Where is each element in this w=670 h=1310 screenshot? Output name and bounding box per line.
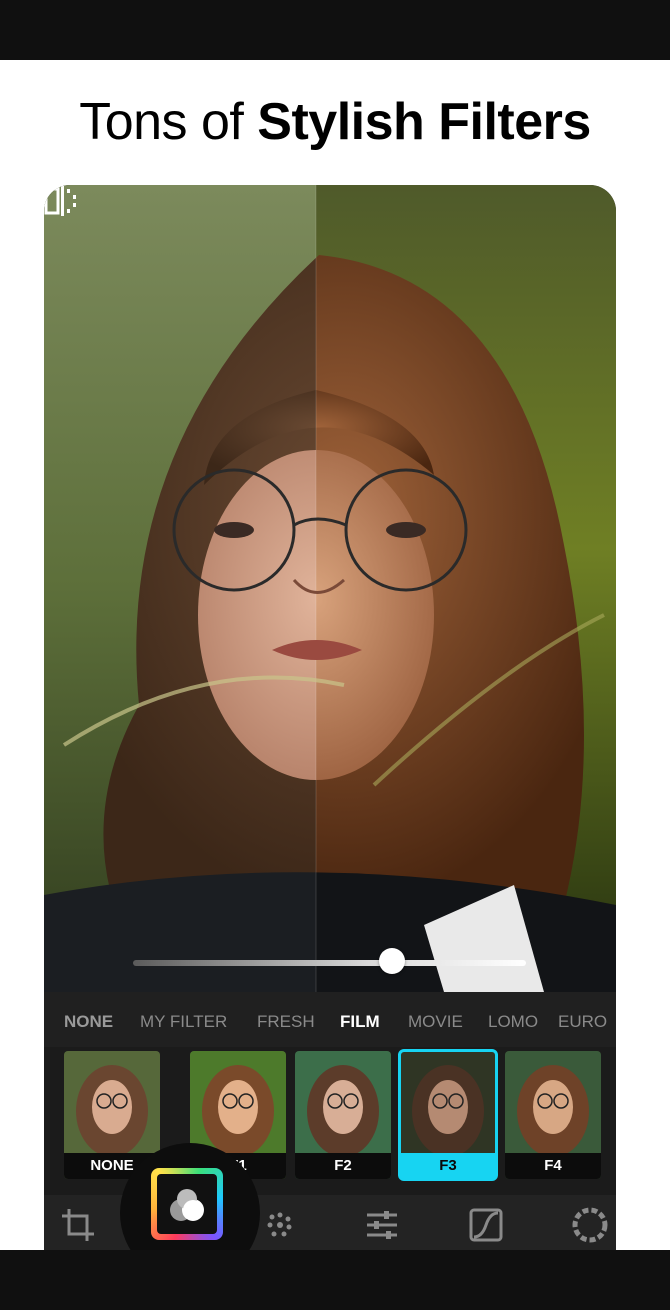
dots-effect-icon[interactable] [262, 1207, 298, 1243]
filters-button[interactable] [151, 1168, 223, 1240]
thumb-label: F2 [295, 1153, 391, 1179]
thumb-label: F4 [505, 1153, 601, 1179]
photo-preview[interactable] [44, 185, 616, 992]
filter-category-tabs: NONE MY FILTER FRESH FILM MOVIE LOMO EUR… [44, 992, 616, 1047]
tab-my-filter[interactable]: MY FILTER [140, 1012, 227, 1032]
tab-euro[interactable]: EURO [558, 1012, 607, 1032]
phone-mockup: NONE MY FILTER FRESH FILM MOVIE LOMO EUR… [44, 185, 616, 1250]
tab-fresh[interactable]: FRESH [257, 1012, 315, 1032]
filter-thumbnail-strip: NONE F1 F2 [44, 1047, 616, 1197]
tab-none[interactable]: NONE [64, 1012, 113, 1032]
tab-lomo[interactable]: LOMO [488, 1012, 538, 1032]
portrait-photo [44, 185, 616, 992]
overlapping-circles-icon [170, 1189, 204, 1221]
curves-icon[interactable] [468, 1207, 504, 1243]
intensity-slider-track[interactable] [133, 960, 526, 966]
headline: Tons of Stylish Filters [0, 92, 670, 152]
compare-split-icon[interactable] [44, 185, 80, 217]
adjust-sliders-icon[interactable] [364, 1207, 400, 1243]
tab-movie[interactable]: MOVIE [408, 1012, 463, 1032]
filter-thumb-f3[interactable]: F3 [398, 1049, 498, 1181]
bottom-navigation-bar [0, 1250, 670, 1310]
headline-bold: Stylish Filters [257, 93, 591, 151]
crop-icon[interactable] [60, 1207, 96, 1243]
tab-film[interactable]: FILM [340, 1012, 380, 1032]
filter-thumb-f4[interactable]: F4 [505, 1051, 601, 1179]
vignette-icon[interactable] [572, 1207, 608, 1243]
top-status-bar [0, 0, 670, 60]
filter-thumb-f2[interactable]: F2 [295, 1051, 391, 1179]
headline-light: Tons of [79, 93, 258, 151]
thumb-label: F3 [400, 1153, 496, 1179]
filters-icon [157, 1174, 217, 1234]
